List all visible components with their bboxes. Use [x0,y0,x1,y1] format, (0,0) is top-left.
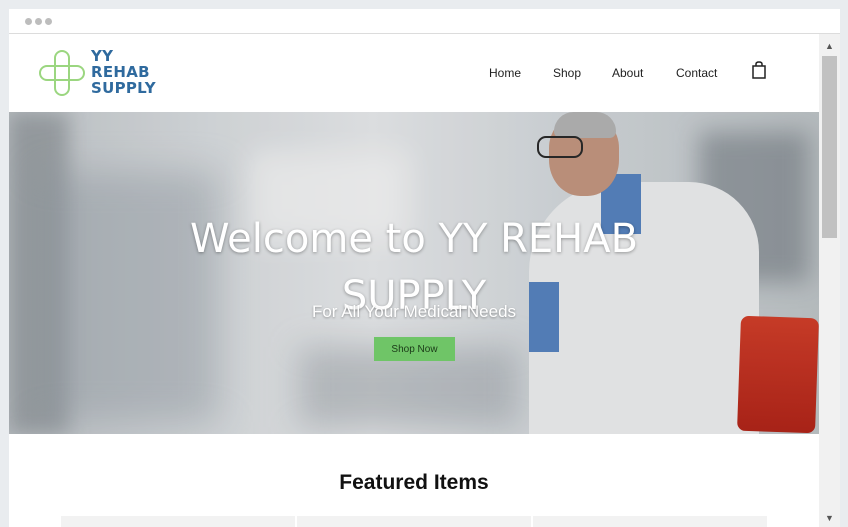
site-header: YY REHAB SUPPLY Home Shop About Contact [9,34,819,112]
browser-title-bar [9,9,840,34]
featured-item-card[interactable] [297,516,531,527]
nav-link-about[interactable]: About [612,66,643,80]
shop-now-button[interactable]: Shop Now [374,337,455,361]
scrollbar-thumb[interactable] [822,56,837,238]
featured-items-heading: Featured Items [339,471,489,494]
nav-link-home[interactable]: Home [489,66,521,80]
nav-link-contact[interactable]: Contact [676,66,717,80]
browser-window: YY REHAB SUPPLY Home Shop About Contact [9,9,840,527]
window-dot-icon[interactable] [45,18,52,25]
scroll-up-icon[interactable]: ▲ [819,37,840,55]
vertical-scrollbar[interactable]: ▲ ▼ [819,34,840,527]
shopping-bag-icon[interactable] [751,61,767,79]
featured-item-card[interactable] [533,516,767,527]
hero-banner: Welcome to YY REHAB SUPPLY For All Your … [9,112,819,434]
nav-link-shop[interactable]: Shop [553,66,581,80]
logo-line-1: YY [91,47,114,65]
window-dot-icon[interactable] [25,18,32,25]
hero-subtitle: For All Your Medical Needs [311,302,517,321]
page-viewport: YY REHAB SUPPLY Home Shop About Contact [9,34,819,527]
featured-item-card[interactable] [61,516,295,527]
scroll-down-icon[interactable]: ▼ [819,509,840,527]
window-dot-icon[interactable] [35,18,42,25]
main-nav: Home Shop About Contact [9,66,819,86]
